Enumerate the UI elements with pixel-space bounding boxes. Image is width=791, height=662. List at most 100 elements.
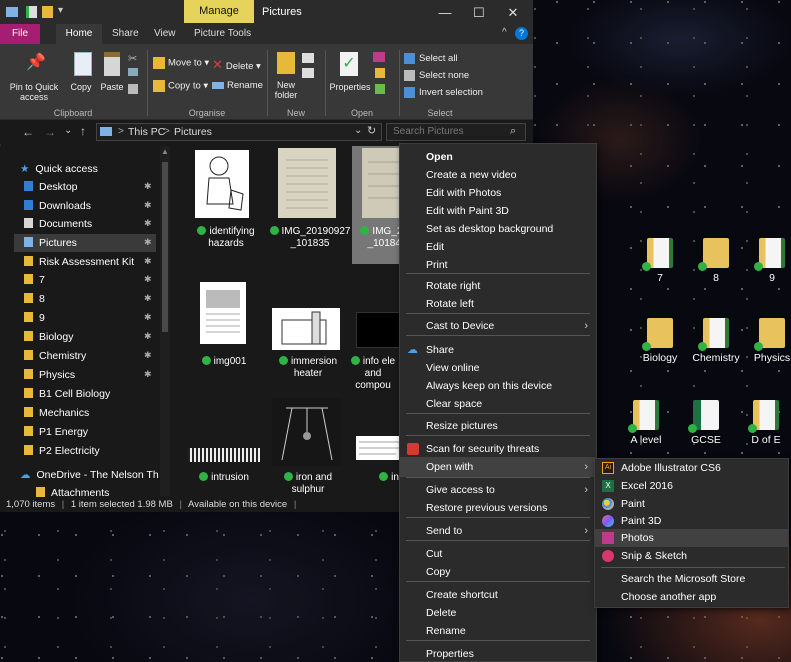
nav-quick-access[interactable]: ★ Quick access (20, 160, 98, 178)
desktop-icon[interactable]: 7 (628, 238, 692, 284)
pinned-icon[interactable]: ✱ (144, 181, 152, 192)
breadcrumb-pictures[interactable]: Pictures (174, 126, 212, 138)
cut-icon[interactable]: ✂ (128, 52, 137, 65)
maximize-button[interactable]: ☐ (467, 5, 491, 21)
desktop-icon[interactable]: D of E (734, 400, 791, 446)
new-folder-quick-icon[interactable] (42, 6, 53, 18)
collapse-ribbon-icon[interactable]: ^ (502, 27, 507, 38)
menu-item-set-bg[interactable]: Set as desktop background (400, 220, 596, 238)
select-all-button[interactable]: Select all (404, 53, 458, 64)
menu-item-delete[interactable]: Delete (400, 604, 596, 622)
menu-item-always-keep[interactable]: Always keep on this device (400, 377, 596, 395)
sidebar-item[interactable]: Pictures (24, 234, 77, 252)
desktop-icon[interactable]: GCSE (674, 400, 738, 446)
open-with-paint[interactable]: Paint (595, 495, 788, 513)
desktop-icon[interactable]: 9 (740, 238, 791, 284)
sidebar-item[interactable]: Physics (24, 366, 75, 384)
pinned-icon[interactable]: ✱ (144, 256, 152, 267)
scroll-up-icon[interactable]: ▲ (161, 147, 169, 156)
menu-item-resize[interactable]: Resize pictures (400, 417, 596, 435)
search-microsoft-store[interactable]: Search the Microsoft Store (595, 570, 788, 588)
file-thumbnail[interactable] (188, 448, 260, 462)
search-input[interactable]: Search Pictures (386, 123, 526, 141)
sidebar-item[interactable]: B1 Cell Biology (24, 385, 110, 403)
menu-item-open-with[interactable]: Open with › (400, 458, 596, 476)
sidebar-item[interactable]: 9 (24, 309, 45, 327)
back-arrow-icon[interactable]: ← (22, 125, 34, 139)
up-arrow-icon[interactable]: ↑ (80, 124, 86, 138)
paste-shortcut-icon[interactable] (128, 84, 138, 94)
search-icon[interactable]: ⌕ (510, 125, 516, 138)
sidebar-item[interactable]: Risk Assessment Kit (24, 253, 134, 271)
choose-another-app[interactable]: Choose another app (595, 588, 788, 606)
menu-item-send-to[interactable]: Send to › (400, 522, 596, 540)
pin-to-quick-access-button[interactable]: Pin to Quick access (2, 82, 66, 102)
paste-button[interactable]: Paste (98, 82, 126, 92)
menu-item-rename[interactable]: Rename (400, 622, 596, 640)
rename-button[interactable]: Rename (212, 80, 263, 91)
file-thumbnail[interactable] (278, 148, 336, 218)
menu-item-clear-space[interactable]: Clear space (400, 395, 596, 413)
quick-access-dropdown-icon[interactable]: ▾ (58, 5, 63, 16)
recent-locations-icon[interactable]: ⌄ (64, 125, 72, 136)
menu-item-give-access[interactable]: Give access to › (400, 481, 596, 499)
minimize-button[interactable]: — (433, 5, 457, 20)
open-icon[interactable] (373, 52, 385, 62)
sidebar-item[interactable]: P2 Electricity (24, 442, 100, 460)
menu-item-edit-paint3d[interactable]: Edit with Paint 3D (400, 202, 596, 220)
file-thumbnail[interactable] (272, 308, 340, 350)
history-icon[interactable] (375, 84, 385, 94)
open-with-photos[interactable]: Photos (595, 529, 788, 547)
desktop-icon[interactable]: Physics (740, 318, 791, 364)
pinned-icon[interactable]: ✱ (144, 331, 152, 342)
desktop-icon[interactable]: Chemistry (684, 318, 748, 364)
menu-item-create-video[interactable]: Create a new video (400, 166, 596, 184)
sidebar-item[interactable]: 8 (24, 290, 45, 308)
tab-share[interactable]: Share (112, 28, 139, 39)
file-thumbnail[interactable] (200, 282, 246, 344)
menu-item-view-online[interactable]: View online (400, 359, 596, 377)
desktop-icon[interactable]: A level (614, 400, 678, 446)
file-thumbnail[interactable] (272, 398, 342, 466)
menu-item-open[interactable]: Open (400, 148, 596, 166)
menu-item-cast[interactable]: Cast to Device › (400, 317, 596, 335)
menu-item-cut[interactable]: Cut (400, 545, 596, 563)
pinned-icon[interactable]: ✱ (144, 369, 152, 380)
tab-picture-tools[interactable]: Picture Tools (194, 28, 251, 39)
tab-home[interactable]: Home (56, 24, 102, 44)
breadcrumb-this-pc[interactable]: This PC (128, 126, 165, 138)
delete-button[interactable]: ✕ Delete ▾ (212, 57, 261, 73)
sidebar-item[interactable]: Desktop (24, 178, 78, 196)
address-dropdown-icon[interactable]: ⌄ (354, 125, 362, 136)
open-with-paint-3d[interactable]: Paint 3D (595, 512, 788, 530)
pinned-icon[interactable]: ✱ (144, 312, 152, 323)
new-item-icon[interactable] (302, 53, 314, 63)
properties-button[interactable]: Properties (328, 82, 372, 92)
tab-file[interactable]: File (0, 24, 40, 44)
pinned-icon[interactable]: ✱ (144, 293, 152, 304)
move-to-button[interactable]: Move to ▾ (153, 57, 209, 69)
menu-item-properties[interactable]: Properties (400, 645, 596, 662)
menu-item-print[interactable]: Print (400, 256, 596, 274)
open-with-excel[interactable]: X Excel 2016 (595, 477, 788, 495)
menu-item-rotate-left[interactable]: Rotate left (400, 295, 596, 313)
menu-item-restore[interactable]: Restore previous versions (400, 499, 596, 517)
select-none-button[interactable]: Select none (404, 70, 469, 81)
nav-scroll-thumb[interactable] (162, 162, 168, 332)
pinned-icon[interactable]: ✱ (144, 350, 152, 361)
easy-access-icon[interactable] (302, 68, 314, 78)
pinned-icon[interactable]: ✱ (144, 237, 152, 248)
sidebar-item[interactable]: P1 Energy (24, 423, 88, 441)
sidebar-item[interactable]: 7 (24, 271, 45, 289)
tab-view[interactable]: View (154, 28, 176, 39)
sidebar-item[interactable]: Chemistry (24, 347, 86, 365)
desktop-icon[interactable]: 8 (684, 238, 748, 284)
refresh-icon[interactable]: ↻ (367, 124, 376, 137)
copy-button[interactable]: Copy (66, 82, 96, 92)
sidebar-item[interactable]: Documents (24, 215, 92, 233)
close-button[interactable]: ✕ (501, 5, 525, 21)
pinned-icon[interactable]: ✱ (144, 274, 152, 285)
pinned-icon[interactable]: ✱ (144, 218, 152, 229)
properties-quick-icon[interactable] (26, 6, 37, 18)
menu-item-create-shortcut[interactable]: Create shortcut (400, 586, 596, 604)
